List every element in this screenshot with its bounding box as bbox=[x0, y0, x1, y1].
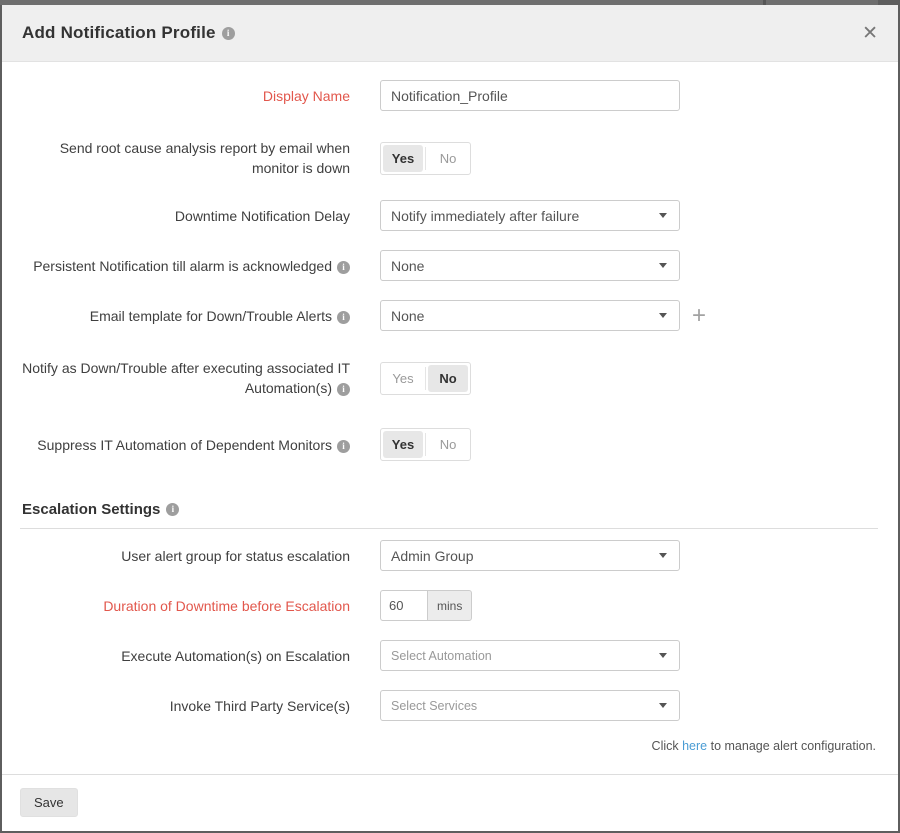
toggle-divider bbox=[425, 147, 426, 170]
toggle-divider bbox=[425, 367, 426, 390]
page-title: Add Notification Profile bbox=[22, 23, 216, 43]
execute-automation-select[interactable]: Select Automation bbox=[380, 640, 680, 671]
toggle-divider bbox=[425, 433, 426, 456]
persistent-notification-select[interactable]: None bbox=[380, 250, 680, 281]
here-link[interactable]: here bbox=[682, 739, 707, 753]
root-cause-label: Send root cause analysis report by email… bbox=[20, 138, 350, 178]
notify-after-automation-row: Notify as Down/Trouble after executing a… bbox=[20, 358, 878, 398]
caret-down-icon bbox=[659, 263, 667, 268]
caret-down-icon bbox=[659, 653, 667, 658]
invoke-service-label: Invoke Third Party Service(s) bbox=[20, 696, 350, 716]
escalation-duration-input[interactable] bbox=[380, 590, 427, 621]
email-template-label: Email template for Down/Trouble Alertsi bbox=[20, 306, 350, 326]
downtime-delay-select[interactable]: Notify immediately after failure bbox=[380, 200, 680, 231]
info-icon[interactable]: i bbox=[337, 440, 350, 453]
execute-automation-label: Execute Automation(s) on Escalation bbox=[20, 646, 350, 666]
dialog-footer: Save bbox=[2, 774, 898, 833]
downtime-delay-label: Downtime Notification Delay bbox=[20, 206, 350, 226]
caret-down-icon bbox=[659, 553, 667, 558]
root-cause-toggle: Yes No bbox=[380, 142, 471, 175]
dialog-body: Display Name Send root cause analysis re… bbox=[2, 62, 898, 774]
manage-alert-note: Click here to manage alert configuration… bbox=[20, 739, 876, 753]
persistent-notification-row: Persistent Notification till alarm is ac… bbox=[20, 250, 878, 281]
notify-after-automation-label: Notify as Down/Trouble after executing a… bbox=[20, 358, 350, 398]
execute-automation-row: Execute Automation(s) on Escalation Sele… bbox=[20, 640, 878, 671]
root-cause-row: Send root cause analysis report by email… bbox=[20, 138, 878, 178]
minutes-unit-addon: mins bbox=[427, 590, 472, 621]
add-template-icon[interactable]: + bbox=[692, 304, 706, 328]
root-cause-yes-option[interactable]: Yes bbox=[383, 145, 423, 172]
save-button[interactable]: Save bbox=[20, 788, 78, 817]
downtime-delay-row: Downtime Notification Delay Notify immed… bbox=[20, 200, 878, 231]
add-notification-profile-dialog: Add Notification Profile i ✕ Display Nam… bbox=[2, 5, 898, 831]
email-template-select[interactable]: None bbox=[380, 300, 680, 331]
suppress-automation-yes-option[interactable]: Yes bbox=[383, 431, 423, 458]
invoke-service-row: Invoke Third Party Service(s) Select Ser… bbox=[20, 690, 878, 721]
root-cause-no-option[interactable]: No bbox=[428, 145, 468, 172]
email-template-row: Email template for Down/Trouble Alertsi … bbox=[20, 300, 878, 331]
caret-down-icon bbox=[659, 213, 667, 218]
user-alert-group-select[interactable]: Admin Group bbox=[380, 540, 680, 571]
notify-after-automation-no-option[interactable]: No bbox=[428, 365, 468, 392]
suppress-automation-no-option[interactable]: No bbox=[428, 431, 468, 458]
escalation-duration-row: Duration of Downtime before Escalation m… bbox=[20, 590, 878, 621]
close-icon[interactable]: ✕ bbox=[862, 24, 878, 43]
escalation-settings-heading: Escalation Settingsi bbox=[20, 501, 878, 529]
notify-after-automation-toggle: Yes No bbox=[380, 362, 471, 395]
info-icon[interactable]: i bbox=[337, 311, 350, 324]
invoke-service-select[interactable]: Select Services bbox=[380, 690, 680, 721]
user-alert-group-row: User alert group for status escalation A… bbox=[20, 540, 878, 571]
info-icon[interactable]: i bbox=[166, 503, 179, 516]
suppress-automation-toggle: Yes No bbox=[380, 428, 471, 461]
suppress-automation-row: Suppress IT Automation of Dependent Moni… bbox=[20, 428, 878, 461]
persistent-notification-label: Persistent Notification till alarm is ac… bbox=[20, 256, 350, 276]
display-name-input[interactable] bbox=[380, 80, 680, 111]
info-icon[interactable]: i bbox=[337, 383, 350, 396]
suppress-automation-label: Suppress IT Automation of Dependent Moni… bbox=[20, 435, 350, 455]
escalation-duration-label: Duration of Downtime before Escalation bbox=[20, 596, 350, 616]
caret-down-icon bbox=[659, 313, 667, 318]
caret-down-icon bbox=[659, 703, 667, 708]
display-name-label: Display Name bbox=[20, 86, 350, 106]
user-alert-group-label: User alert group for status escalation bbox=[20, 546, 350, 566]
notify-after-automation-yes-option[interactable]: Yes bbox=[383, 365, 423, 392]
display-name-row: Display Name bbox=[20, 80, 878, 111]
dialog-header: Add Notification Profile i ✕ bbox=[2, 5, 898, 62]
info-icon[interactable]: i bbox=[337, 261, 350, 274]
info-icon[interactable]: i bbox=[222, 27, 235, 40]
